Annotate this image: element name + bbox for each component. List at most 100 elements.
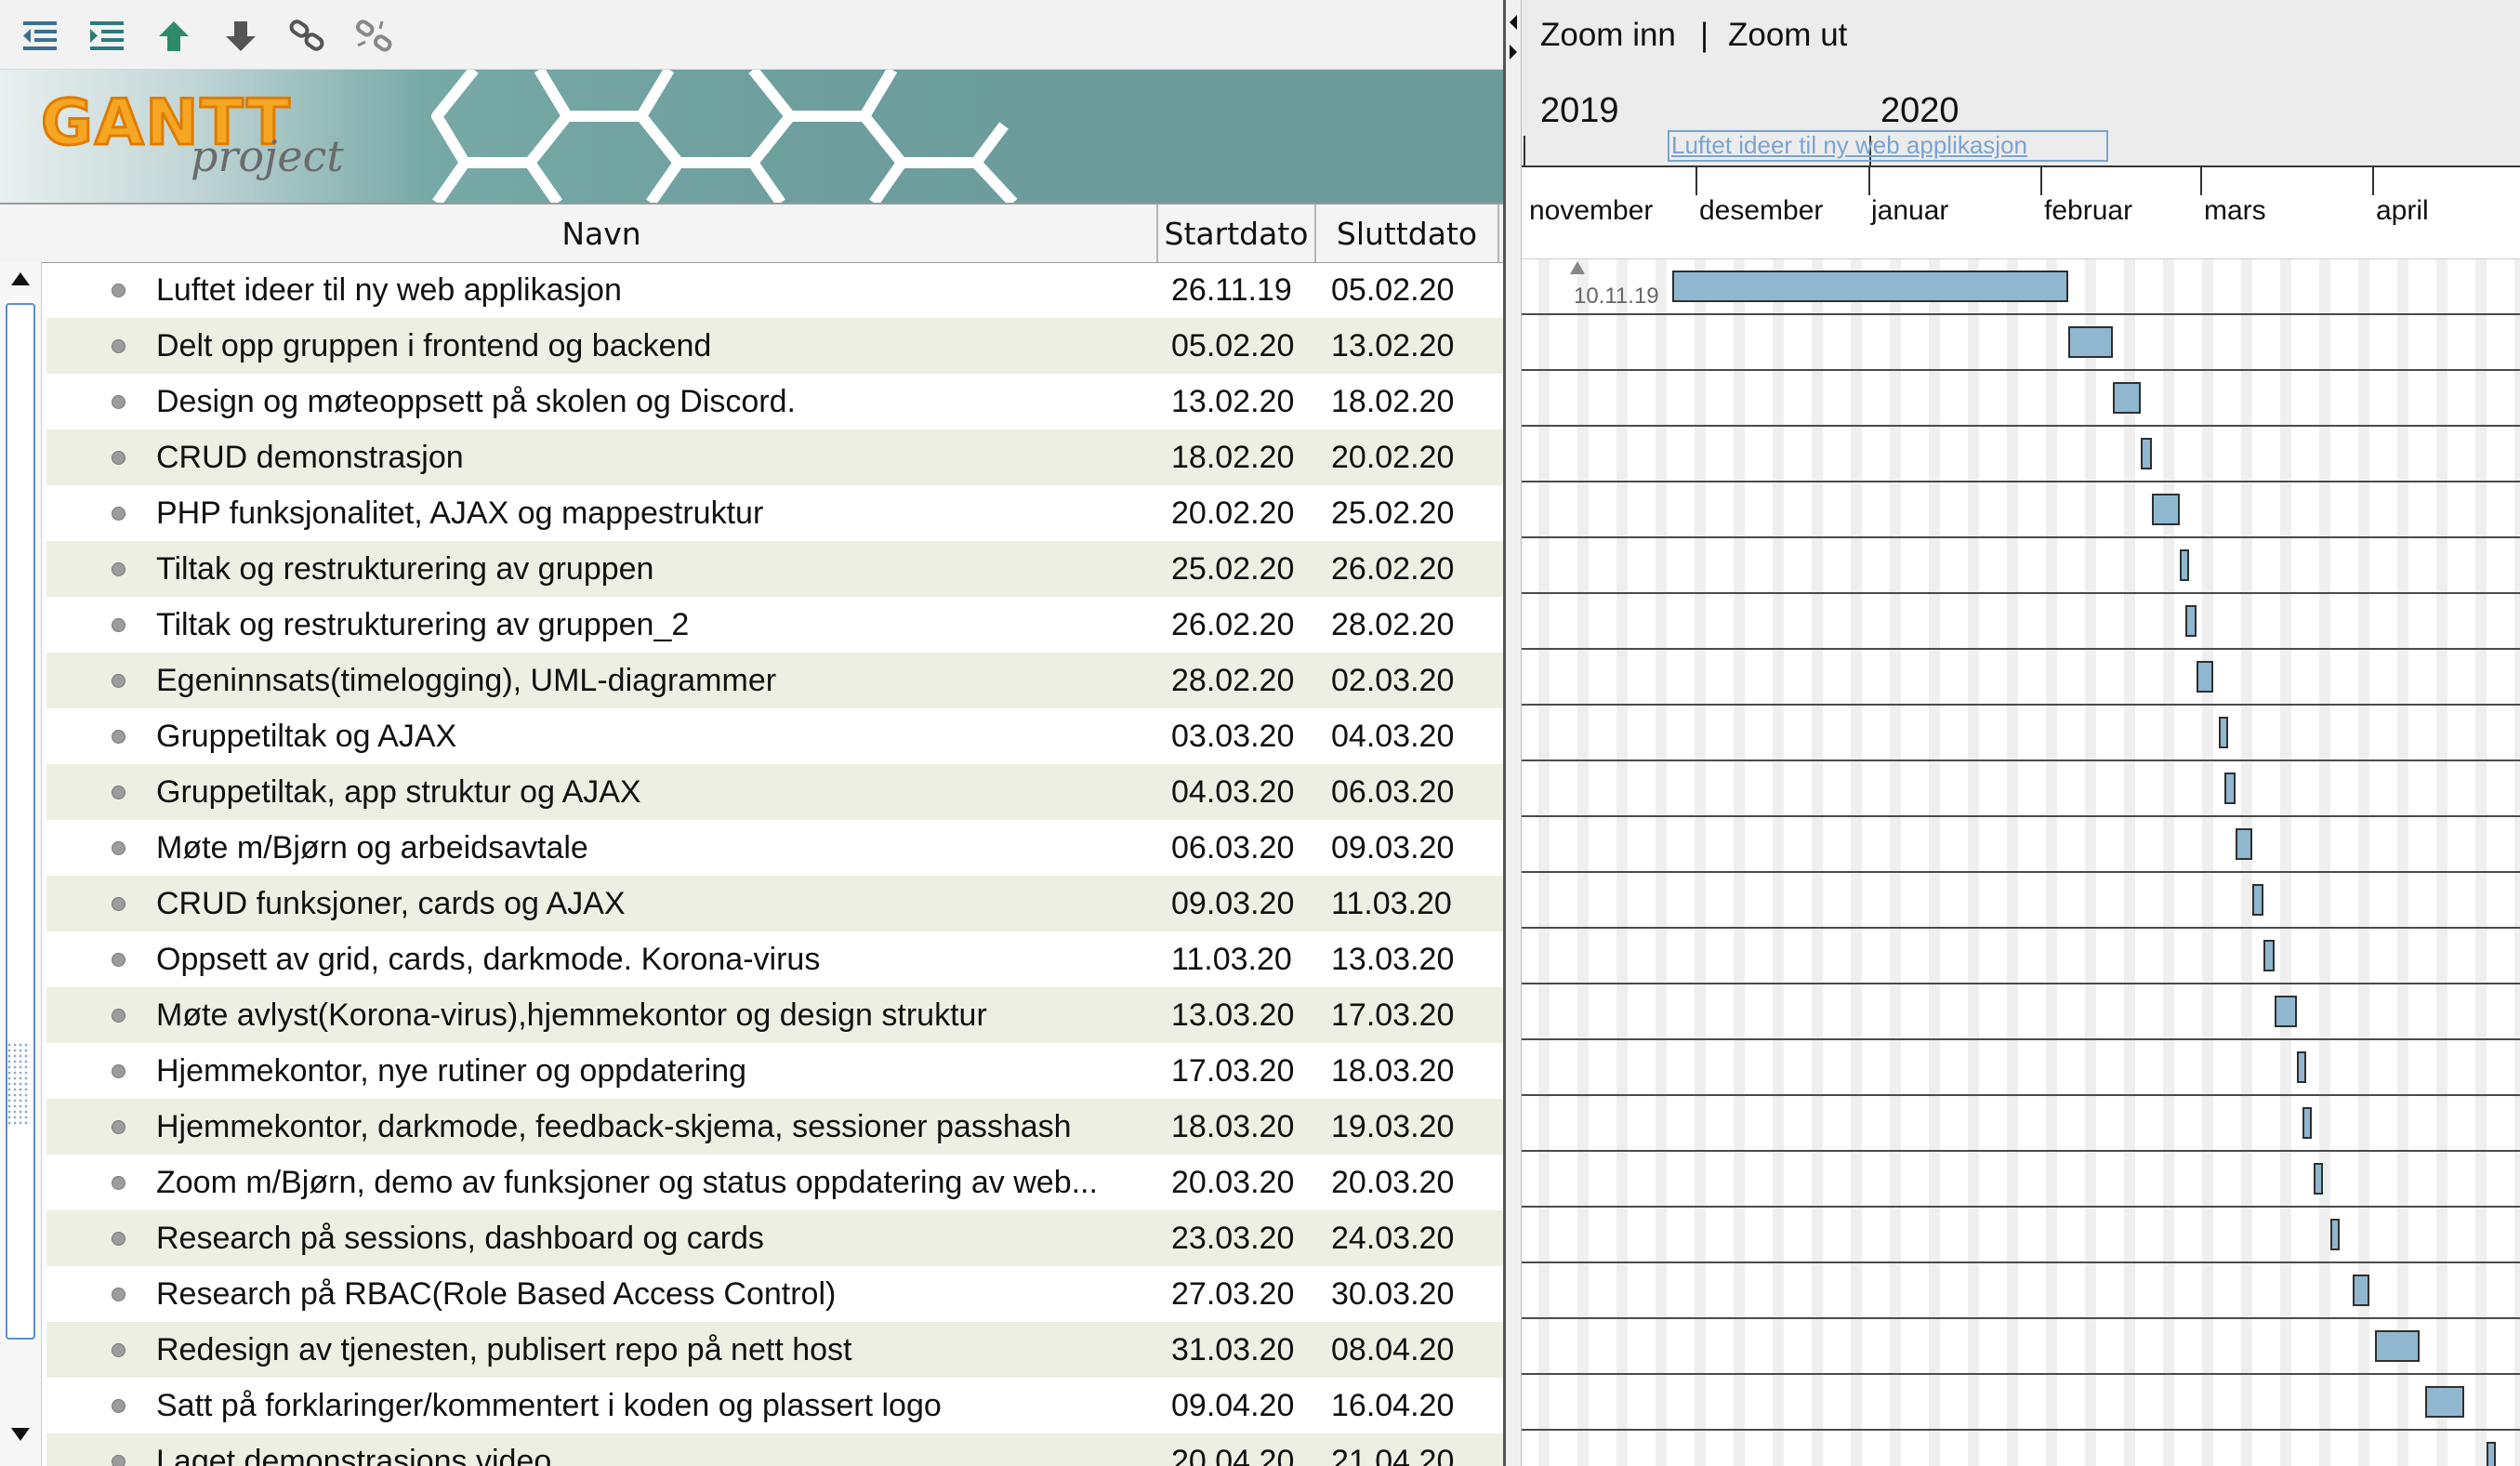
task-bar[interactable]	[2330, 1219, 2340, 1250]
task-bar[interactable]	[2353, 1274, 2369, 1306]
task-end-date[interactable]: 13.02.20	[1331, 318, 1454, 374]
table-row[interactable]: Hjemmekontor, nye rutiner og oppdatering…	[46, 1043, 1503, 1099]
task-bar[interactable]	[2487, 1442, 2496, 1466]
table-row[interactable]: Luftet ideer til ny web applikasjon 26.11…	[46, 262, 1503, 318]
task-bar[interactable]	[2314, 1163, 2323, 1195]
move-down-icon[interactable]	[214, 9, 268, 63]
table-row[interactable]: Møte avlyst(Korona-virus),hjemmekontor o…	[46, 987, 1503, 1043]
task-name[interactable]: Research på sessions, dashboard og cards	[156, 1210, 1207, 1266]
task-end-date[interactable]: 20.02.20	[1331, 429, 1454, 485]
collapse-right-icon[interactable]	[1508, 43, 1519, 61]
collapse-left-icon[interactable]	[1508, 13, 1519, 32]
task-bar[interactable]	[2252, 884, 2263, 916]
task-bar[interactable]	[2141, 438, 2152, 469]
task-bar[interactable]	[2236, 828, 2252, 860]
task-name[interactable]: Tiltak og restrukturering av gruppen	[156, 541, 1207, 597]
task-bar[interactable]	[2263, 940, 2275, 971]
outdent-icon[interactable]	[13, 9, 67, 63]
zoom-out-link[interactable]: Zoom ut	[1728, 17, 1847, 54]
task-name[interactable]: Research på RBAC(Role Based Access Contr…	[156, 1266, 1207, 1322]
task-start-date[interactable]: 20.04.20	[1171, 1433, 1294, 1466]
task-bar[interactable]	[2375, 1330, 2420, 1362]
task-name[interactable]: Møte m/Bjørn og arbeidsavtale	[156, 820, 1207, 876]
vertical-scrollbar[interactable]	[0, 261, 42, 1466]
pane-splitter[interactable]	[1503, 0, 1522, 1466]
table-row[interactable]: Research på RBAC(Role Based Access Contr…	[46, 1266, 1503, 1322]
task-name[interactable]: CRUD funksjoner, cards og AJAX	[156, 876, 1207, 931]
task-bar[interactable]	[2224, 773, 2236, 804]
task-end-date[interactable]: 18.02.20	[1331, 374, 1454, 429]
task-bar[interactable]	[2302, 1107, 2312, 1139]
column-header-start[interactable]: Startdato	[1158, 205, 1316, 262]
table-row[interactable]: Gruppetiltak, app struktur og AJAX 04.03.…	[46, 764, 1503, 820]
column-header-end[interactable]: Sluttdato	[1316, 205, 1499, 262]
task-start-date[interactable]: 26.02.20	[1171, 597, 1294, 653]
task-end-date[interactable]: 21.04.20	[1331, 1433, 1454, 1466]
task-start-date[interactable]: 23.03.20	[1171, 1210, 1294, 1266]
task-name[interactable]: Delt opp gruppen i frontend og backend	[156, 318, 1207, 374]
scroll-down-icon[interactable]	[9, 1426, 32, 1443]
task-end-date[interactable]: 11.03.20	[1331, 876, 1452, 931]
task-name[interactable]: Laget demonstrasjons video	[156, 1433, 1207, 1466]
task-bar[interactable]	[1672, 271, 2068, 302]
task-name[interactable]: Zoom m/Bjørn, demo av funksjoner og stat…	[156, 1155, 1207, 1210]
task-bar[interactable]	[2297, 1051, 2306, 1083]
task-end-date[interactable]: 04.03.20	[1331, 708, 1454, 764]
task-bar[interactable]	[2068, 326, 2113, 358]
task-end-date[interactable]: 17.03.20	[1331, 987, 1454, 1043]
task-end-date[interactable]: 05.02.20	[1331, 262, 1454, 318]
task-start-date[interactable]: 09.04.20	[1171, 1378, 1294, 1433]
task-end-date[interactable]: 24.03.20	[1331, 1210, 1454, 1266]
task-name[interactable]: CRUD demonstrasjon	[156, 429, 1207, 485]
task-name[interactable]: Hjemmekontor, nye rutiner og oppdatering	[156, 1043, 1207, 1099]
task-end-date[interactable]: 30.03.20	[1331, 1266, 1454, 1322]
task-start-date[interactable]: 31.03.20	[1171, 1322, 1294, 1378]
table-row[interactable]: Laget demonstrasjons video 20.04.20 21.04.…	[46, 1433, 1503, 1466]
task-name[interactable]: Egeninnsats(timelogging), UML-diagrammer	[156, 653, 1207, 708]
table-row[interactable]: CRUD demonstrasjon 18.02.20 20.02.20	[46, 429, 1503, 485]
table-row[interactable]: Redesign av tjenesten, publisert repo på…	[46, 1322, 1503, 1378]
task-end-date[interactable]: 19.03.20	[1331, 1099, 1454, 1155]
task-start-date[interactable]: 04.03.20	[1171, 764, 1294, 820]
zoom-in-link[interactable]: Zoom inn	[1540, 17, 1676, 54]
column-header-name[interactable]: Navn	[46, 205, 1158, 262]
task-name[interactable]: PHP funksjonalitet, AJAX og mappestruktu…	[156, 485, 1207, 541]
table-row[interactable]: Delt opp gruppen i frontend og backend 05…	[46, 318, 1503, 374]
task-start-date[interactable]: 06.03.20	[1171, 820, 1294, 876]
table-row[interactable]: Gruppetiltak og AJAX 03.03.20 04.03.20	[46, 708, 1503, 764]
indent-icon[interactable]	[80, 9, 134, 63]
summary-task-label[interactable]: Luftet ideer til ny web applikasjon	[1668, 130, 2108, 162]
task-end-date[interactable]: 02.03.20	[1331, 653, 1454, 708]
table-row[interactable]: Design og møteoppsett på skolen og Disco…	[46, 374, 1503, 429]
task-name[interactable]: Gruppetiltak, app struktur og AJAX	[156, 764, 1207, 820]
task-start-date[interactable]: 20.03.20	[1171, 1155, 1294, 1210]
task-end-date[interactable]: 16.04.20	[1331, 1378, 1454, 1433]
scroll-up-icon[interactable]	[9, 271, 32, 287]
task-name[interactable]: Oppsett av grid, cards, darkmode. Korona…	[156, 931, 1207, 987]
move-up-icon[interactable]	[147, 9, 201, 63]
task-start-date[interactable]: 09.03.20	[1171, 876, 1294, 931]
task-bar[interactable]	[2275, 996, 2297, 1027]
task-bar[interactable]	[2219, 717, 2228, 748]
unlink-icon[interactable]	[348, 9, 402, 63]
table-row[interactable]: Research på sessions, dashboard og cards…	[46, 1210, 1503, 1266]
task-bar[interactable]	[2113, 382, 2141, 414]
task-name[interactable]: Design og møteoppsett på skolen og Disco…	[156, 374, 1207, 429]
task-bar[interactable]	[2197, 661, 2213, 693]
table-row[interactable]: CRUD funksjoner, cards og AJAX 09.03.20 11…	[46, 876, 1503, 931]
task-start-date[interactable]: 13.03.20	[1171, 987, 1294, 1043]
task-bar[interactable]	[2152, 494, 2180, 525]
table-row[interactable]: Hjemmekontor, darkmode, feedback-skjema,…	[46, 1099, 1503, 1155]
table-row[interactable]: Tiltak og restrukturering av gruppen_2 26…	[46, 597, 1503, 653]
table-row[interactable]: Tiltak og restrukturering av gruppen 25.0…	[46, 541, 1503, 597]
task-start-date[interactable]: 03.03.20	[1171, 708, 1294, 764]
scroll-thumb[interactable]	[6, 303, 35, 1340]
table-row[interactable]: Møte m/Bjørn og arbeidsavtale 06.03.20 09.…	[46, 820, 1503, 876]
link-icon[interactable]	[281, 9, 335, 63]
task-end-date[interactable]: 06.03.20	[1331, 764, 1454, 820]
task-start-date[interactable]: 13.02.20	[1171, 374, 1294, 429]
table-row[interactable]: Zoom m/Bjørn, demo av funksjoner og stat…	[46, 1155, 1503, 1210]
task-start-date[interactable]: 28.02.20	[1171, 653, 1294, 708]
task-name[interactable]: Redesign av tjenesten, publisert repo på…	[156, 1322, 1207, 1378]
task-start-date[interactable]: 26.11.19	[1171, 262, 1292, 318]
